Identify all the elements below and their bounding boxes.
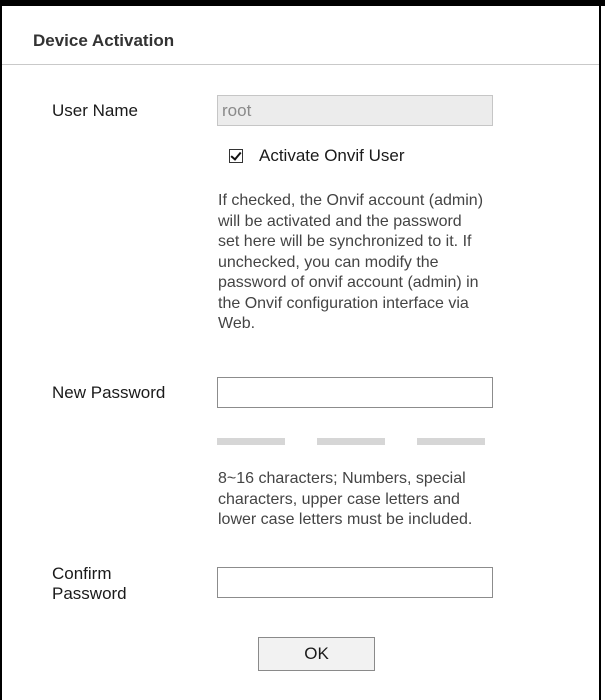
new-password-label: New Password	[52, 383, 166, 402]
activate-onvif-label[interactable]: Activate Onvif User	[259, 146, 405, 166]
ok-button[interactable]: OK	[258, 637, 375, 671]
checkmark-icon	[230, 149, 242, 161]
confirm-password-input[interactable]	[217, 567, 493, 598]
note-line: the Onvif configuration interface via	[218, 294, 469, 312]
note-line: will be activated and the password	[218, 212, 462, 230]
note-line: characters, upper case letters and	[218, 490, 460, 508]
note-line: lower case letters must be included.	[218, 511, 473, 528]
password-strength-bar-strong	[417, 438, 485, 445]
onvif-note: If checked, the Onvif account (admin) wi…	[218, 191, 483, 335]
new-password-input[interactable]	[217, 377, 493, 408]
password-rules-note: 8~16 characters; Numbers, special charac…	[218, 469, 472, 531]
password-strength-bar-weak	[217, 438, 285, 445]
note-line: unchecked, you can modify the	[218, 253, 439, 271]
note-line: If checked, the Onvif account (admin)	[218, 192, 484, 209]
dialog-header: Device Activation	[2, 6, 599, 65]
note-line: Web.	[218, 315, 256, 332]
note-line: set here will be synchronized to it. If	[218, 233, 472, 250]
label-line: Confirm	[52, 564, 112, 583]
note-line: 8~16 characters; Numbers, special	[218, 470, 466, 487]
password-strength-bar-medium	[317, 438, 385, 445]
device-activation-dialog: Device Activation User Name Activate Onv…	[0, 6, 601, 700]
user-name-field	[217, 95, 493, 126]
note-line: password of onvif account (admin) in	[218, 274, 479, 291]
confirm-password-label: Confirm Password	[52, 564, 127, 604]
activate-onvif-checkbox[interactable]	[229, 149, 243, 163]
label-line: Password	[52, 584, 127, 603]
user-name-label: User Name	[52, 101, 138, 120]
dialog-title: Device Activation	[33, 31, 175, 50]
